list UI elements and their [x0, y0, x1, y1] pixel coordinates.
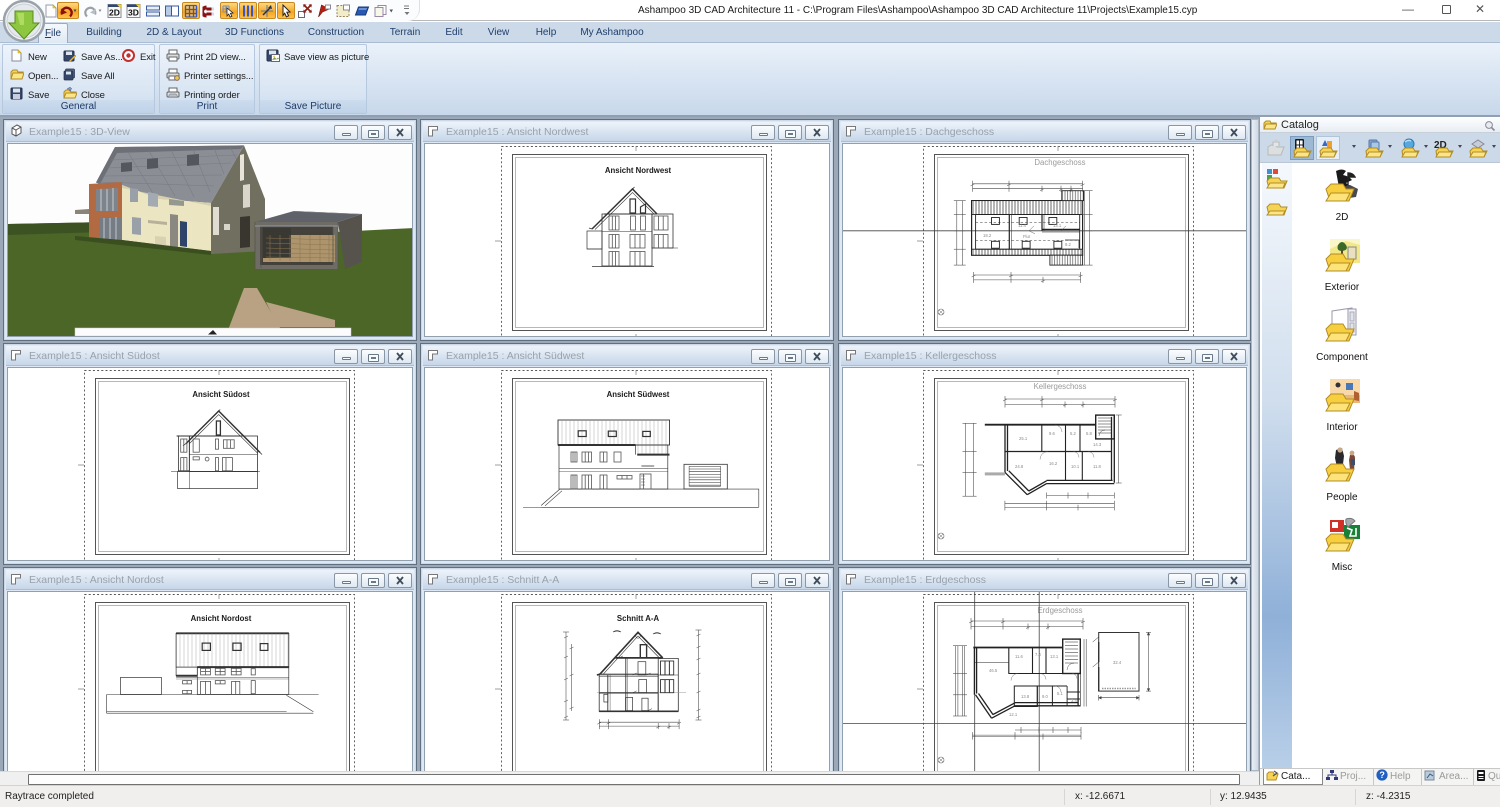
- svg-text:Ansicht Nordost: Ansicht Nordost: [191, 614, 252, 623]
- svg-text:Flur: Flur: [1023, 234, 1031, 239]
- svg-text:5.2: 5.2: [1070, 431, 1076, 436]
- svg-text:13.1: 13.1: [1053, 223, 1062, 228]
- svg-text:12.1: 12.1: [1009, 712, 1018, 717]
- svg-text:9.0: 9.0: [1042, 694, 1048, 699]
- svg-text:Ansicht Südost: Ansicht Südost: [192, 390, 250, 399]
- svg-text:46.5: 46.5: [989, 668, 998, 673]
- svg-text:25.1: 25.1: [1019, 436, 1028, 441]
- svg-text:10.1: 10.1: [1071, 464, 1080, 469]
- svg-text:Kellergeschoss: Kellergeschoss: [1034, 382, 1087, 391]
- svg-text:3D: 3D: [128, 7, 139, 17]
- svg-text:?: ?: [1379, 770, 1385, 780]
- svg-text:5.1: 5.1: [1057, 691, 1063, 696]
- svg-text:11.8: 11.8: [1093, 464, 1102, 469]
- svg-text:13.8: 13.8: [1021, 694, 1030, 699]
- svg-text:Schnitt A-A: Schnitt A-A: [617, 614, 660, 623]
- svg-text:24.8: 24.8: [1015, 464, 1024, 469]
- svg-text:7.4: 7.4: [1035, 652, 1041, 657]
- svg-text:5.8: 5.8: [1086, 431, 1092, 436]
- svg-text:Ansicht Nordwest: Ansicht Nordwest: [605, 166, 672, 175]
- svg-text:Ansicht Südwest: Ansicht Südwest: [607, 390, 670, 399]
- svg-text:18.2: 18.2: [983, 233, 992, 238]
- svg-text:9.6: 9.6: [1049, 431, 1055, 436]
- svg-text:Dachgeschoss: Dachgeschoss: [1034, 158, 1085, 167]
- svg-text:11.4: 11.4: [1018, 223, 1027, 228]
- svg-text:13.1: 13.1: [1050, 654, 1059, 659]
- svg-text:3.4: 3.4: [1071, 698, 1077, 703]
- svg-text:16.2: 16.2: [1049, 461, 1058, 466]
- svg-text:32.4: 32.4: [1113, 660, 1122, 665]
- svg-text:11.6: 11.6: [1015, 654, 1024, 659]
- svg-text:Erdgeschoss: Erdgeschoss: [1037, 606, 1082, 615]
- svg-text:2D: 2D: [109, 7, 120, 17]
- svg-text:14.3: 14.3: [1093, 442, 1102, 447]
- svg-text:9.2: 9.2: [1065, 242, 1071, 247]
